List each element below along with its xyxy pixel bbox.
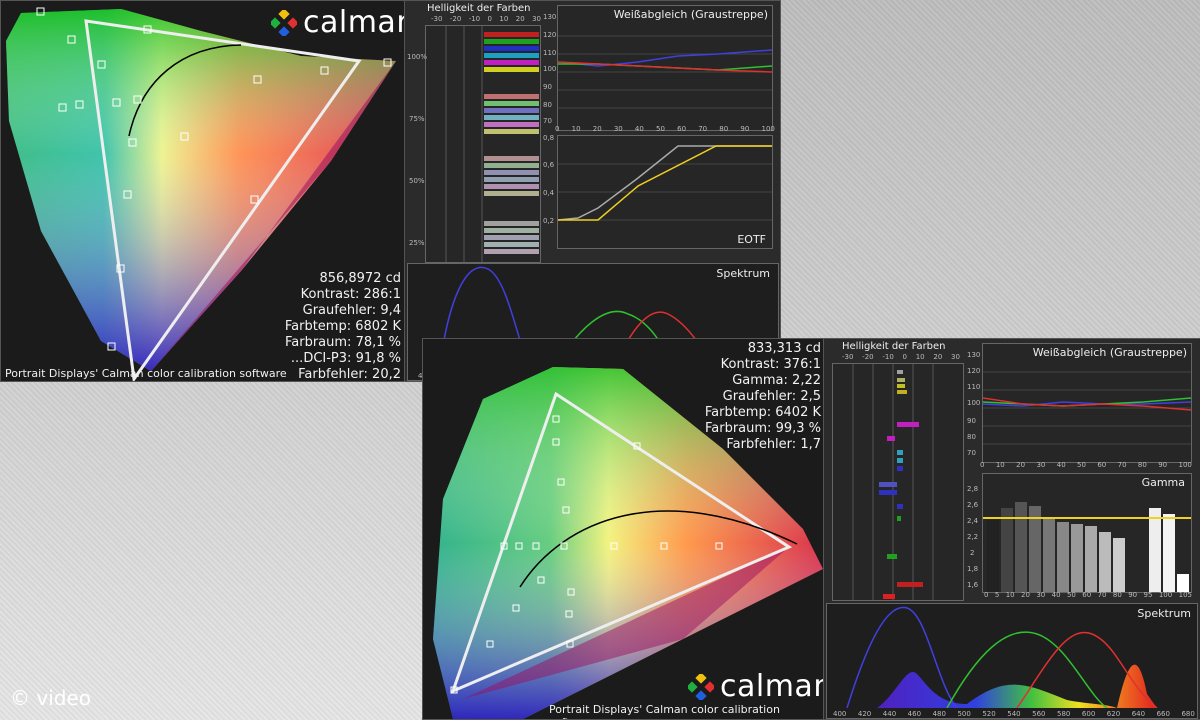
level-50: 50% <box>409 177 425 185</box>
calman-logo-icon <box>271 9 297 36</box>
measurement-stats-1: 856,8972 cd Kontrast: 286:1 Graufehler: … <box>284 271 401 382</box>
eotf-gray-1 <box>558 145 772 221</box>
calman-charts-1: Helligkeit der Farben -30 -20 -10 0 10 2… <box>404 0 781 382</box>
calman-logo-text: calman <box>720 669 824 704</box>
spectrum-chart-2: Spektrum 400 420 440 460 480 500 520 540 <box>826 603 1198 719</box>
calman-logo-icon <box>688 673 714 700</box>
stat-gray-error: Graufehler: 2,5 <box>722 389 821 404</box>
calman-logo-1: calman <box>271 5 406 40</box>
wb-x-axis-1: 0 10 20 30 40 50 60 70 80 90 100 <box>555 125 775 133</box>
stat-gray-error: Graufehler: 9,4 <box>302 303 401 318</box>
spectrum-x-axis-2: 400 420 440 460 480 500 520 540 560 580 … <box>833 710 1195 718</box>
stat-gamut: Farbraum: 99,3 % <box>704 421 821 436</box>
stat-color-error: Farbfehler: 20,2 <box>298 367 401 382</box>
whitebalance-chart-2: Weißabgleich (Graustreppe) <box>982 343 1192 463</box>
eotf-title-1: EOTF <box>737 233 766 246</box>
spectrum-fill-2 <box>877 664 1157 708</box>
brightness-ticks-1: -30 -20 -10 0 10 20 30 <box>431 15 541 23</box>
stat-contrast: Kontrast: 376:1 <box>720 357 821 372</box>
brightness-ticks-2: -30 -20 -10 0 10 20 30 <box>842 353 960 361</box>
caption-2: Portrait Displays' Calman color calibrat… <box>549 703 780 719</box>
stat-gamut: Farbraum: 78,1 % <box>284 335 401 350</box>
stat-color-error: Farbfehler: 1,7 <box>726 437 821 452</box>
gamma-chart-2: Gamma <box>982 473 1192 593</box>
stat-color-temp: Farbtemp: 6802 K <box>284 319 401 334</box>
copyright-watermark: © video <box>10 686 91 710</box>
stat-gamma: Gamma: 2,22 <box>732 373 821 388</box>
wb-red-1 <box>558 61 772 73</box>
brightness-title-2: Helligkeit der Farben <box>842 341 946 352</box>
gamma-x-axis: 0 5 10 20 30 40 50 60 70 80 90 95 100 10… <box>984 591 1192 599</box>
stat-color-temp: Farbtemp: 6402 K <box>704 405 821 420</box>
calman-logo-text: calman <box>303 5 406 40</box>
level-25: 25% <box>409 239 425 247</box>
level-75: 75% <box>409 115 425 123</box>
stat-luminance: 856,8972 cd <box>319 271 401 286</box>
brightness-chart-2 <box>832 363 964 601</box>
whitebalance-chart-1: Weißabgleich (Graustreppe) <box>557 5 773 131</box>
stat-luminance: 833,313 cd <box>747 341 821 356</box>
color-bars-2 <box>879 370 923 599</box>
calman-screenshot-1: calman 856,8972 cd Kontrast: 286:1 Grauf… <box>0 0 406 382</box>
level-100: 100% <box>407 53 428 61</box>
caption-1: Portrait Displays' Calman color calibrat… <box>5 367 287 380</box>
stat-dci-p3: ...DCI-P3: 91,8 % <box>290 351 401 366</box>
calman-logo-2: calman <box>688 669 824 704</box>
calman-charts-2: Helligkeit der Farben -30 -20 -10 0 10 2… <box>823 338 1200 720</box>
color-bars-1 <box>484 32 539 254</box>
stat-contrast: Kontrast: 286:1 <box>300 287 401 302</box>
calman-screenshot-2: 833,313 cd Kontrast: 376:1 Gamma: 2,22 G… <box>422 338 824 720</box>
brightness-chart-1 <box>425 25 541 263</box>
measurement-stats-2: 833,313 cd Kontrast: 376:1 Gamma: 2,22 G… <box>705 341 821 453</box>
gamma-bars <box>987 502 1189 592</box>
brightness-title-1: Helligkeit der Farben <box>427 3 531 14</box>
wb-x-axis-2: 0 10 20 30 40 50 60 70 80 90 100 <box>980 461 1192 469</box>
eotf-chart-1: EOTF <box>557 135 773 249</box>
